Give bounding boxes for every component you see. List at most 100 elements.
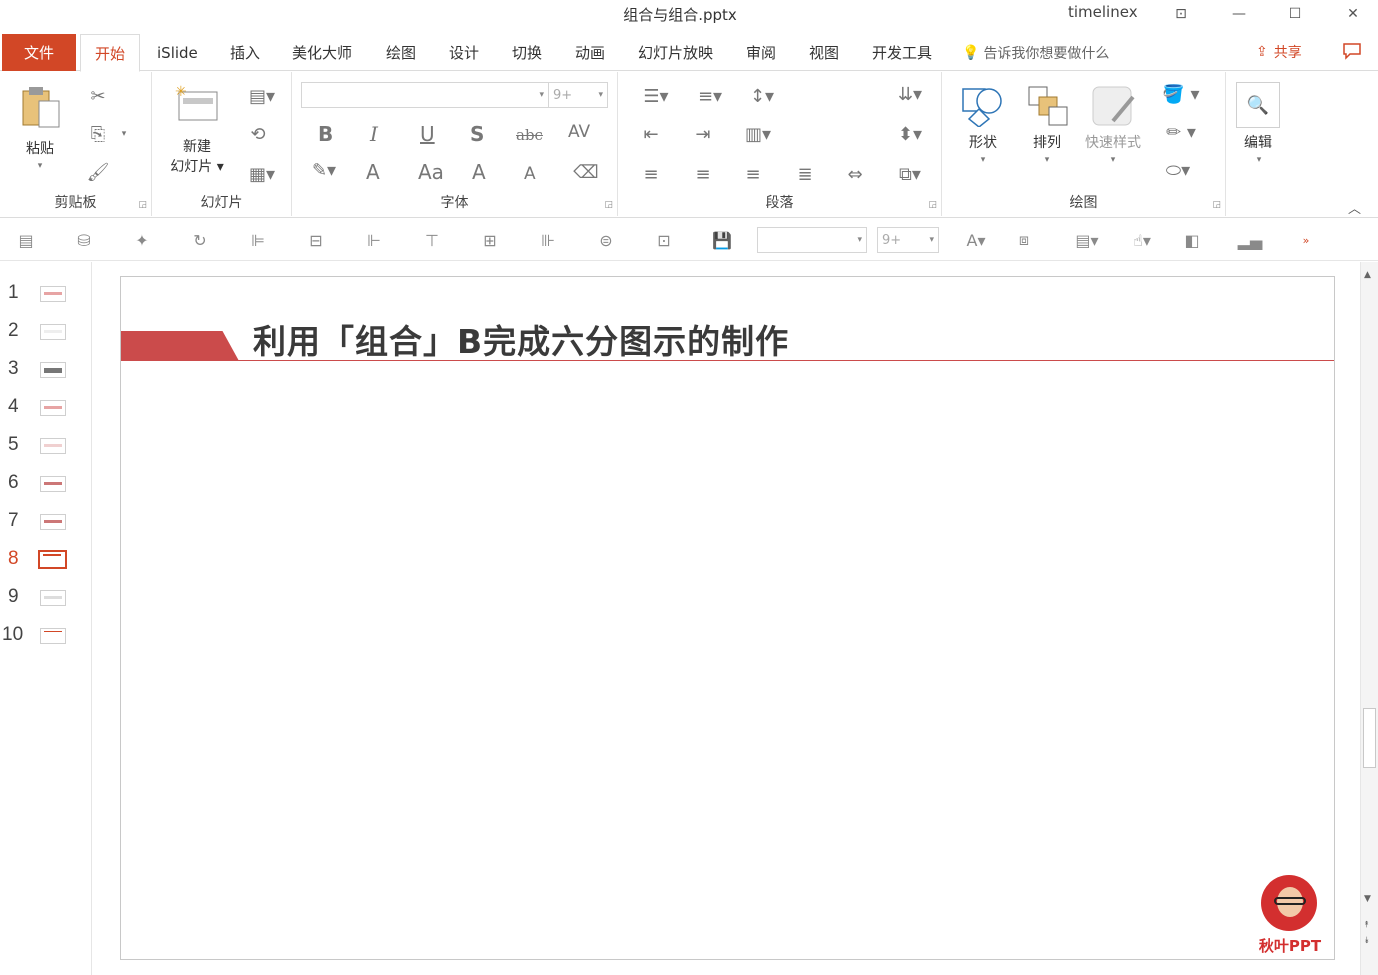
comment-icon[interactable]	[1342, 42, 1362, 64]
arrange-icon[interactable]	[1022, 82, 1072, 128]
shapes-label[interactable]: 形状	[958, 132, 1008, 152]
slide-thumb[interactable]: 6	[0, 468, 92, 498]
font-size-combo[interactable]: 9+ ▾	[548, 82, 608, 108]
tab-draw[interactable]: 绘图	[386, 34, 416, 71]
save-icon[interactable]: 💾	[710, 228, 734, 252]
tab-review[interactable]: 审阅	[746, 34, 776, 71]
arrange-dropdown-icon[interactable]: ▾	[1040, 154, 1054, 166]
shape-fill-icon[interactable]: 🪣 ▾	[1156, 82, 1206, 106]
editing-label[interactable]: 编辑	[1234, 132, 1282, 152]
cut-icon[interactable]: ✂	[86, 84, 110, 108]
textbox-icon[interactable]: ▤	[14, 228, 38, 252]
bold-button[interactable]: B	[318, 122, 333, 146]
shapes-icon[interactable]	[958, 82, 1008, 128]
distribute-h-icon[interactable]: ⊪	[536, 228, 560, 252]
align-middle-tool-icon[interactable]: ⊞	[478, 228, 502, 252]
crop-icon[interactable]: ⧈	[1012, 228, 1036, 252]
tab-home[interactable]: 开始	[80, 34, 141, 72]
format-painter-icon[interactable]: 🖌	[86, 160, 110, 184]
tab-view[interactable]: 视图	[809, 34, 839, 71]
shadow-button[interactable]: S	[470, 122, 484, 146]
line-spacing-icon[interactable]: ↕▾	[742, 84, 782, 108]
maximize-button[interactable]: ☐	[1272, 2, 1318, 26]
columns-icon[interactable]: ▥▾	[738, 122, 778, 146]
tab-islide[interactable]: iSlide	[157, 34, 198, 71]
tab-slideshow[interactable]: 幻灯片放映	[638, 34, 713, 71]
numbering-icon[interactable]: ≡▾	[688, 84, 732, 108]
slide-thumb[interactable]: 10	[0, 620, 92, 650]
paste-label[interactable]: 粘贴	[16, 138, 64, 158]
tab-animations[interactable]: 动画	[575, 34, 605, 71]
tab-transitions[interactable]: 切换	[512, 34, 542, 71]
grow-font-button[interactable]: A	[472, 160, 486, 184]
group-tool-icon[interactable]: ◧	[1180, 228, 1204, 252]
shrink-font-button[interactable]: A	[524, 164, 536, 184]
tab-design[interactable]: 设计	[449, 34, 479, 71]
italic-button[interactable]: I	[370, 122, 378, 146]
previous-slide-icon[interactable]: ⯭	[1364, 920, 1369, 930]
align-right-icon[interactable]: ≡	[740, 162, 766, 186]
smartart-icon[interactable]: ⧉▾	[890, 162, 930, 186]
bullets-icon[interactable]: ☰▾	[634, 84, 678, 108]
distribute-v-icon[interactable]: ⊜	[594, 228, 618, 252]
highlight-color-icon[interactable]: ✎▾	[300, 158, 348, 182]
arrange-label[interactable]: 排列	[1022, 132, 1072, 152]
align-top-tool-icon[interactable]: ⊤	[420, 228, 444, 252]
distributed-icon[interactable]: ⇔	[842, 162, 868, 186]
font-name-combo[interactable]: ▾	[301, 82, 549, 108]
shape-outline-icon[interactable]: ✏ ▾	[1156, 120, 1206, 144]
paragraph-launcher-icon[interactable]: ◲	[928, 200, 937, 210]
slide-thumb[interactable]: 3	[0, 354, 92, 384]
slide-title[interactable]: 利用「组合」B完成六分图示的制作	[253, 315, 789, 363]
reset-slide-icon[interactable]: ⟲	[244, 122, 272, 146]
align-center-tool-icon[interactable]: ⊟	[304, 228, 328, 252]
slide-canvas[interactable]: 利用「组合」B完成六分图示的制作 秋叶PPT	[120, 276, 1335, 960]
decrease-indent-icon[interactable]: ⇤	[638, 122, 664, 146]
increase-indent-icon[interactable]: ⇥	[690, 122, 716, 146]
scroll-down-icon[interactable]: ▼	[1364, 894, 1371, 904]
justify-icon[interactable]: ≣	[792, 162, 818, 186]
toolbar-font-name-combo[interactable]: ▾	[757, 227, 867, 253]
user-name[interactable]: timelinex	[1068, 3, 1138, 21]
share-button[interactable]: ⇪ 共享	[1256, 42, 1302, 62]
editing-dropdown-icon[interactable]: ▾	[1252, 154, 1266, 166]
touch-mode-icon[interactable]: ☝▾	[1124, 228, 1160, 252]
chart-tool-icon[interactable]: ▂▄	[1238, 228, 1263, 252]
slide-thumb[interactable]: 5	[0, 430, 92, 460]
collapse-ribbon-icon[interactable]: ︿	[1348, 198, 1361, 217]
paste-dropdown-icon[interactable]: ▾	[32, 160, 48, 172]
tab-insert[interactable]: 插入	[230, 34, 260, 71]
tab-meihua[interactable]: 美化大师	[292, 34, 352, 71]
brush-icon[interactable]: ✦	[130, 228, 154, 252]
align-left-tool-icon[interactable]: ⊫	[246, 228, 270, 252]
scroll-thumb[interactable]	[1363, 708, 1376, 768]
shape-tool-icon[interactable]: ▤▾	[1066, 228, 1108, 252]
strikethrough-button[interactable]: abc	[516, 126, 543, 144]
slide-thumb[interactable]: 2	[0, 316, 92, 346]
char-spacing-button[interactable]: AV	[568, 122, 590, 142]
select-pane-icon[interactable]: ⊡	[652, 228, 676, 252]
minimize-button[interactable]: —	[1216, 2, 1262, 26]
slide-thumb[interactable]: 7	[0, 506, 92, 536]
new-slide-label-2[interactable]: 幻灯片 ▾	[162, 156, 232, 176]
shape-effects-icon[interactable]: ⬭▾	[1156, 158, 1200, 182]
text-direction-icon[interactable]: ⇊▾	[890, 82, 930, 106]
tab-developer[interactable]: 开发工具	[872, 34, 932, 71]
align-right-tool-icon[interactable]: ⊩	[362, 228, 386, 252]
slide-thumb[interactable]: 4	[0, 392, 92, 422]
font-launcher-icon[interactable]: ◲	[604, 200, 613, 210]
tell-me-search[interactable]: 💡 告诉我你想要做什么	[962, 43, 1109, 63]
shapes-dropdown-icon[interactable]: ▾	[976, 154, 990, 166]
align-center-icon[interactable]: ≡	[690, 162, 716, 186]
clipboard-launcher-icon[interactable]: ◲	[138, 200, 147, 210]
ribbon-display-options-icon[interactable]: ⊡	[1158, 2, 1204, 26]
slide-thumb[interactable]: 9	[0, 582, 92, 612]
close-button[interactable]: ✕	[1330, 2, 1376, 26]
underline-button[interactable]: U	[420, 122, 435, 146]
paste-icon[interactable]	[16, 82, 64, 132]
new-slide-label-1[interactable]: 新建	[166, 136, 228, 156]
quick-styles-dropdown-icon[interactable]: ▾	[1106, 154, 1120, 166]
find-icon[interactable]: 🔍	[1236, 82, 1280, 128]
copy-icon[interactable]: ⎘	[86, 122, 110, 146]
more-tools-icon[interactable]: »	[1294, 228, 1318, 252]
